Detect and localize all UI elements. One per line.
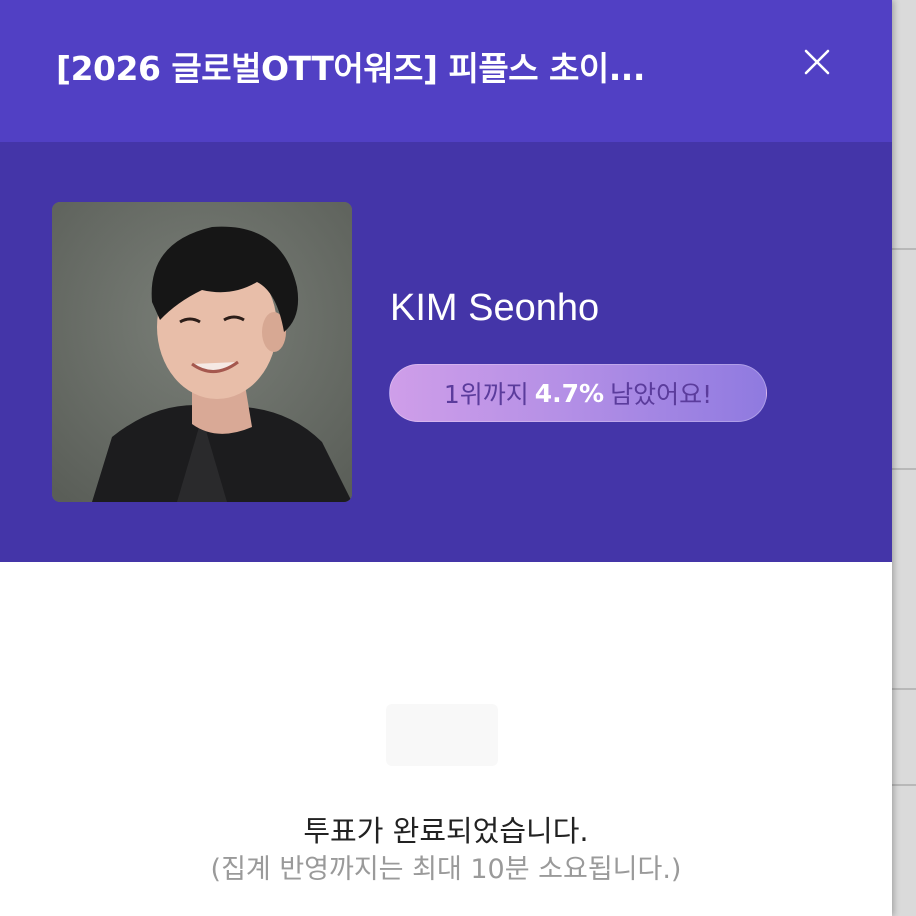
vote-modal: [2026 글로벌OTT어워즈] 피플스 초이... KIM Seonho 1위…: [0, 0, 892, 916]
rank-gap-percent: 4.7%: [534, 378, 605, 408]
person-photo-icon: [52, 202, 352, 502]
candidate-section: KIM Seonho 1위까지 4.7% 남았어요!: [0, 142, 892, 562]
modal-title: [2026 글로벌OTT어워즈] 피플스 초이...: [56, 49, 645, 88]
vote-complete-message: 투표가 완료되었습니다.: [303, 814, 589, 848]
rank-gap-badge: 1위까지 4.7% 남았어요!: [389, 364, 767, 422]
close-button[interactable]: [796, 41, 838, 83]
close-icon: [804, 49, 830, 75]
rank-gap-prefix: 1위까지: [443, 380, 529, 409]
vote-complete-note: (집계 반영까지는 최대 10분 소요됩니다.): [210, 854, 682, 885]
modal-header: [2026 글로벌OTT어워즈] 피플스 초이...: [0, 0, 892, 142]
candidate-name: KIM Seonho: [390, 287, 600, 329]
backdrop-divider: [892, 248, 916, 250]
candidate-photo: [52, 202, 352, 502]
completion-image-placeholder: [386, 704, 498, 766]
rank-gap-suffix: 남았어요!: [610, 380, 713, 409]
page-backdrop: [892, 0, 916, 916]
backdrop-divider: [892, 784, 916, 786]
backdrop-divider: [892, 468, 916, 470]
backdrop-divider: [892, 688, 916, 690]
